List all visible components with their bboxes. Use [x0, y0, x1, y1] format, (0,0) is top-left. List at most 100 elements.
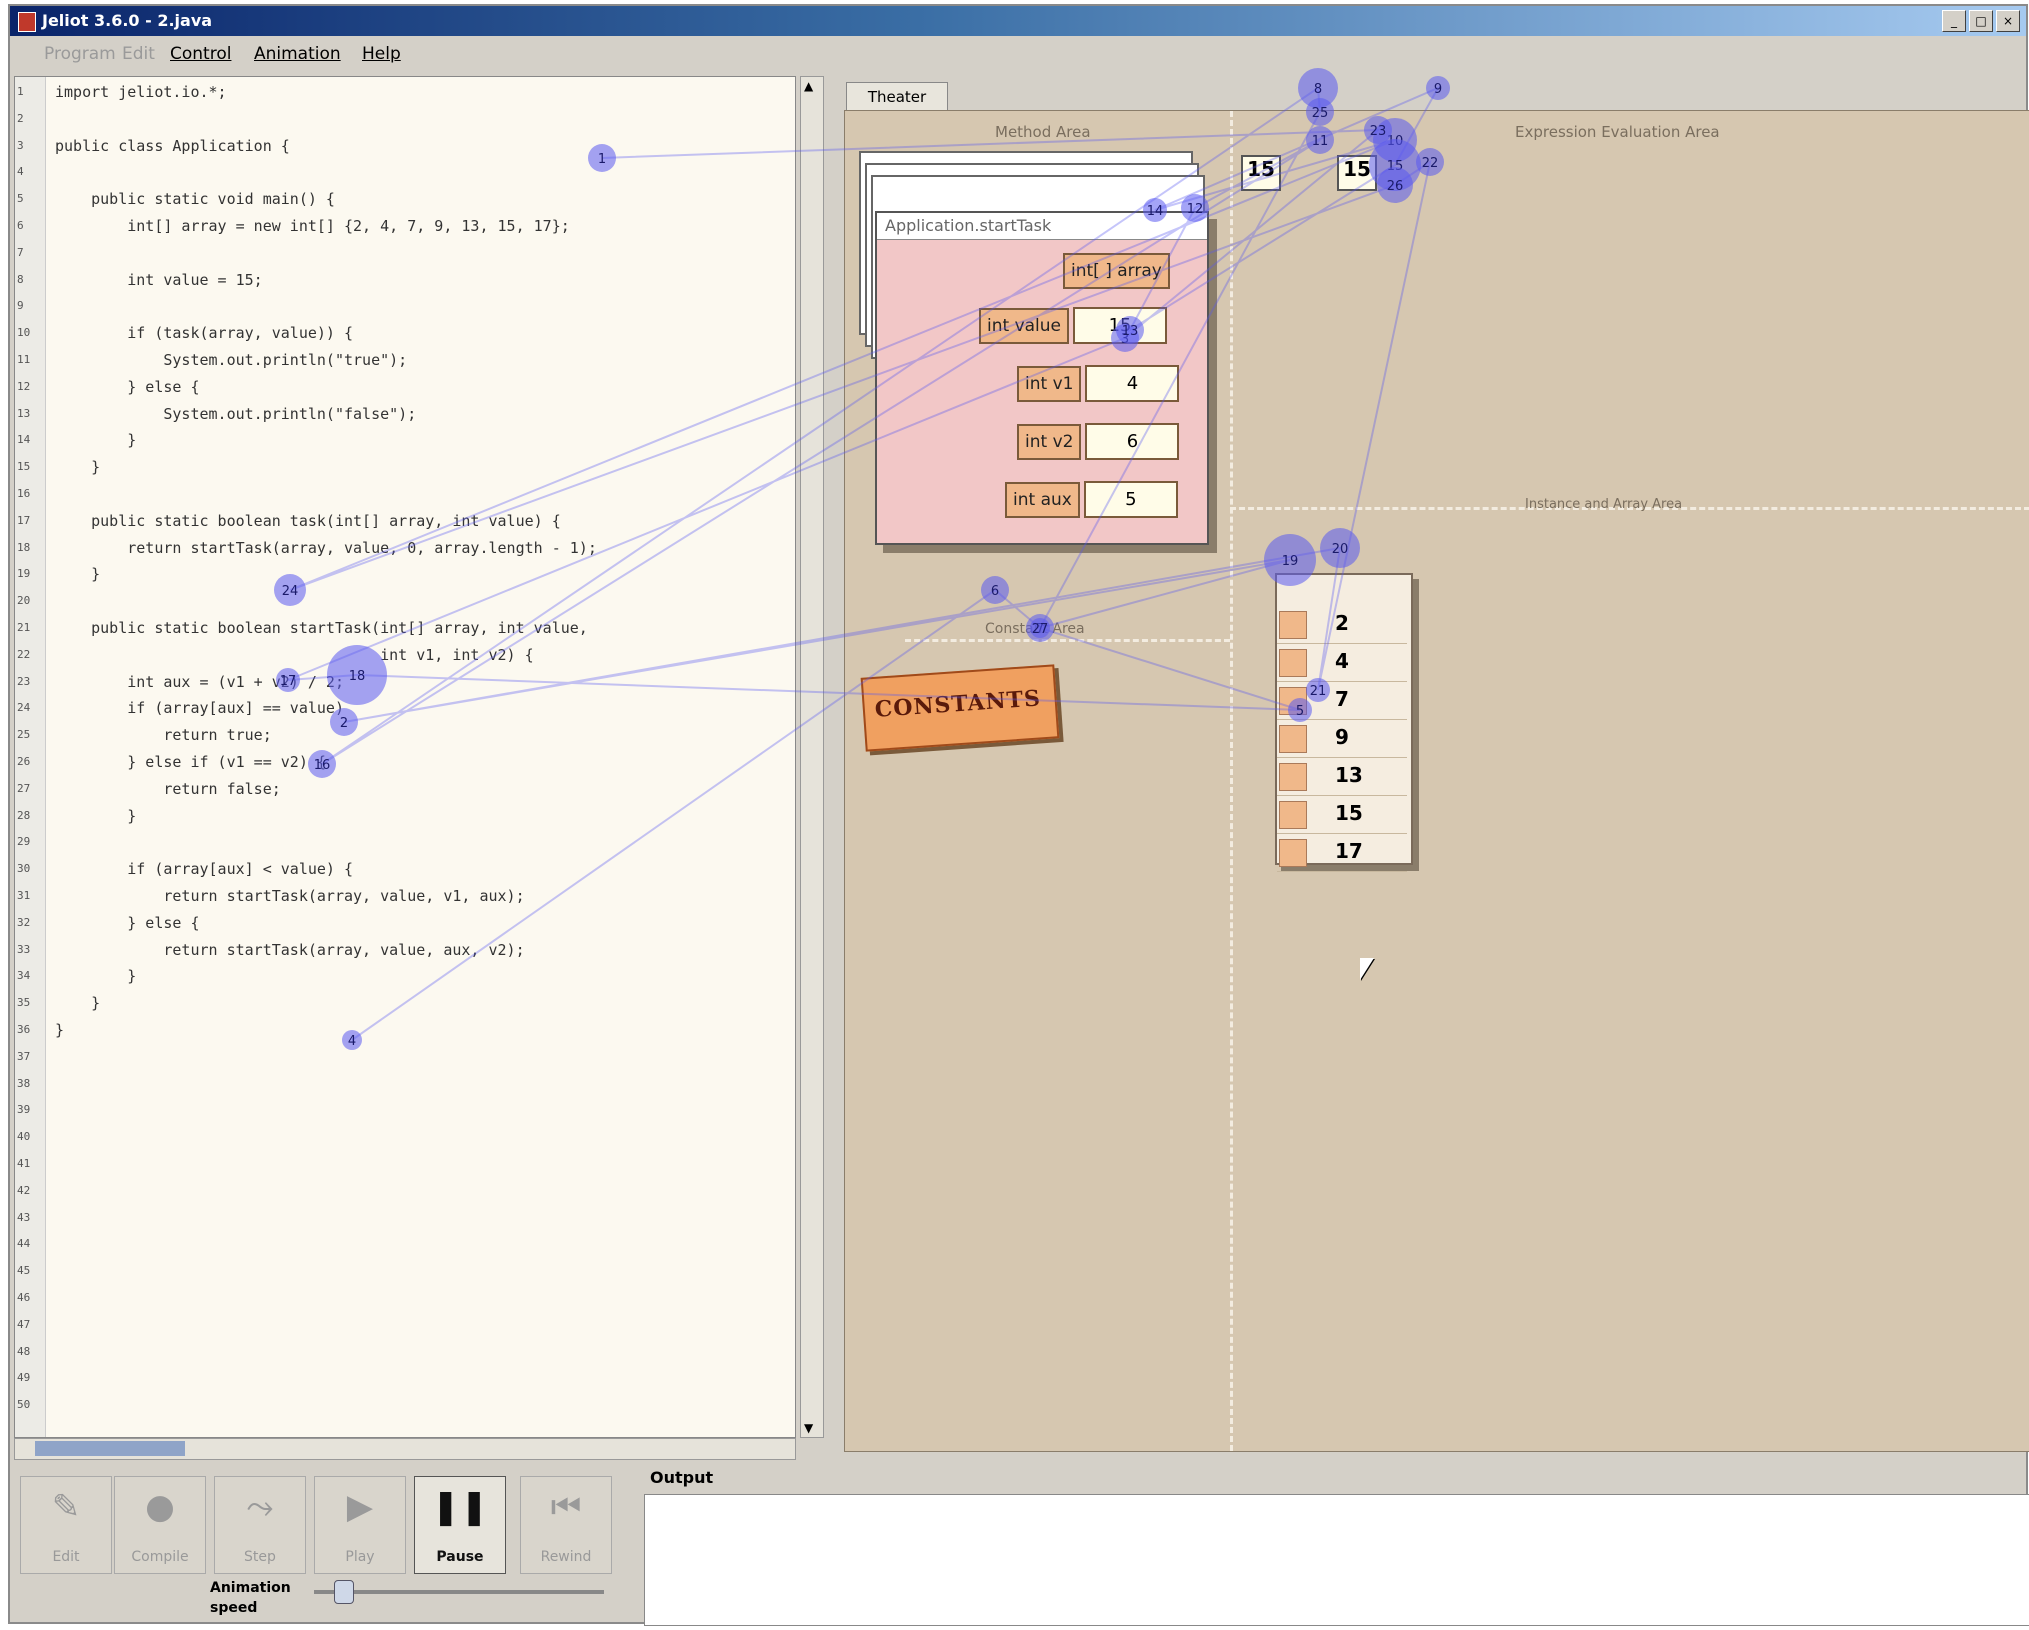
line-number: 18	[17, 540, 31, 554]
window-title: Jeliot 3.6.0 - 2.java	[42, 11, 213, 30]
array-index	[1279, 763, 1307, 791]
pause-button[interactable]: ❚❚ Pause	[414, 1476, 506, 1574]
maximize-button[interactable]: □	[1969, 10, 1993, 32]
menu-edit[interactable]: Edit	[122, 44, 155, 64]
array-cell: 2	[1277, 605, 1407, 644]
code-line: System.out.println("true");	[55, 351, 408, 369]
array-value: 17	[1335, 839, 1363, 863]
scroll-up-icon[interactable]: ▲	[804, 79, 813, 93]
code-line: }	[55, 565, 101, 584]
scroll-thumb[interactable]	[35, 1441, 185, 1456]
minimize-button[interactable]: _	[1942, 10, 1966, 32]
button-label: Play	[345, 1549, 375, 1565]
code-line: return startTask(array, value, v1, aux);	[55, 887, 525, 905]
title-bar: Jeliot 3.6.0 - 2.java _ □ ×	[10, 6, 2026, 36]
line-number: 19	[17, 567, 31, 581]
array-value: 2	[1335, 611, 1349, 635]
line-number: 37	[17, 1049, 31, 1063]
animation-speed-label: Animation speed	[210, 1578, 291, 1618]
code-line: }	[55, 967, 137, 986]
line-number: 1	[17, 85, 24, 98]
code-line: public class Application {	[55, 136, 290, 155]
code-line: }	[55, 431, 137, 450]
line-number: 49	[17, 1371, 31, 1385]
line-number: 5	[17, 192, 24, 206]
compile-icon: ●	[145, 1487, 175, 1527]
variable-aux: int aux 5	[1005, 481, 1178, 518]
array-index	[1279, 725, 1307, 753]
output-box[interactable]	[644, 1494, 2029, 1626]
line-number: 35	[17, 996, 31, 1010]
line-number: 44	[17, 1237, 31, 1251]
code-line: if (array[aux] < value) {	[55, 860, 354, 879]
variable-array: int[ ] array	[1063, 253, 1170, 289]
line-number: 41	[17, 1157, 31, 1170]
array-cell: 15	[1277, 795, 1407, 834]
constants-label: CONSTANTS	[874, 685, 1042, 723]
array-index	[1279, 801, 1307, 829]
code-line: return startTask(array, value, aux, v2);	[55, 940, 525, 959]
line-number: 24	[17, 701, 31, 715]
array-cell: 4	[1277, 643, 1407, 682]
code-line: int[] array = new int[] {2, 4, 7, 9, 13,…	[55, 217, 570, 235]
line-number: 28	[17, 808, 31, 822]
code-vertical-scrollbar[interactable]: ▲ ▼	[800, 76, 824, 1438]
step-button[interactable]: ⤳ Step	[214, 1476, 306, 1574]
constant-area-label: Constant Area	[985, 621, 1085, 637]
array-value: 15	[1335, 801, 1363, 825]
theater-area: Method Area Expression Evaluation Area I…	[844, 110, 2029, 1452]
button-label: Rewind	[540, 1549, 592, 1565]
code-line: public static boolean task(int[] array, …	[55, 511, 561, 530]
method-frame: Application.startTask int[ ] array int v…	[875, 211, 1209, 545]
line-number: 33	[17, 942, 31, 956]
compile-button[interactable]: ● Compile	[114, 1476, 206, 1574]
line-number: 38	[17, 1076, 31, 1090]
edit-button[interactable]: ✎ Edit	[20, 1476, 112, 1574]
code-editor[interactable]: 1 2 3 4 5 6 7 8 9 10 11 12 13 14 15 16 17 18 19 20 21 22 23 24 2…	[14, 76, 796, 1438]
slider-knob[interactable]	[334, 1580, 354, 1604]
code-horizontal-scrollbar[interactable]	[14, 1438, 796, 1460]
menu-program[interactable]: Program	[44, 44, 116, 64]
variable-v2: int v2 6	[1017, 423, 1180, 460]
method-area-label: Method Area	[995, 123, 1091, 141]
code-line: System.out.println("false");	[55, 404, 417, 423]
line-number: 17	[17, 513, 31, 527]
animation-speed-slider[interactable]	[314, 1580, 604, 1604]
code-line: int v1, int v2) {	[55, 645, 534, 664]
line-number: 32	[17, 915, 31, 929]
line-number: 31	[17, 889, 31, 902]
line-number: 12	[17, 379, 31, 393]
line-number: 27	[17, 781, 31, 795]
code-line: public static boolean startTask(int[] ar…	[55, 619, 588, 637]
code-line: }	[55, 458, 101, 477]
mouse-cursor-icon	[1360, 958, 1374, 980]
line-number: 36	[17, 1023, 31, 1036]
rewind-button[interactable]: ⏮ Rewind	[520, 1476, 612, 1574]
play-button[interactable]: ▶ Play	[314, 1476, 406, 1574]
tab-theater[interactable]: Theater	[846, 82, 948, 112]
line-number: 48	[17, 1344, 31, 1358]
array-value: 7	[1335, 687, 1349, 711]
line-number: 6	[17, 219, 24, 232]
variable-value-box: 5	[1083, 481, 1178, 518]
array-value: 4	[1335, 649, 1349, 673]
menu-control[interactable]: Control	[170, 44, 231, 64]
array-cell: 7	[1277, 681, 1407, 720]
menu-animation[interactable]: Animation	[254, 44, 341, 64]
button-label: Edit	[52, 1549, 80, 1565]
variable-value-box: 4	[1085, 365, 1180, 402]
scroll-down-icon[interactable]: ▼	[804, 1421, 813, 1435]
line-number: 22	[17, 647, 31, 661]
output-label: Output	[650, 1468, 714, 1487]
line-number: 9	[17, 299, 24, 313]
array-cell: 13	[1277, 757, 1407, 796]
code-line: int value = 15;	[55, 270, 263, 289]
menu-help[interactable]: Help	[362, 44, 401, 64]
array-index	[1279, 649, 1307, 677]
close-button[interactable]: ×	[1996, 10, 2020, 32]
line-number: 3	[17, 138, 24, 152]
code-line: import jeliot.io.*;	[55, 83, 227, 101]
line-number: 47	[17, 1317, 31, 1331]
pause-icon: ❚❚	[431, 1487, 489, 1527]
edit-icon: ✎	[51, 1487, 81, 1527]
